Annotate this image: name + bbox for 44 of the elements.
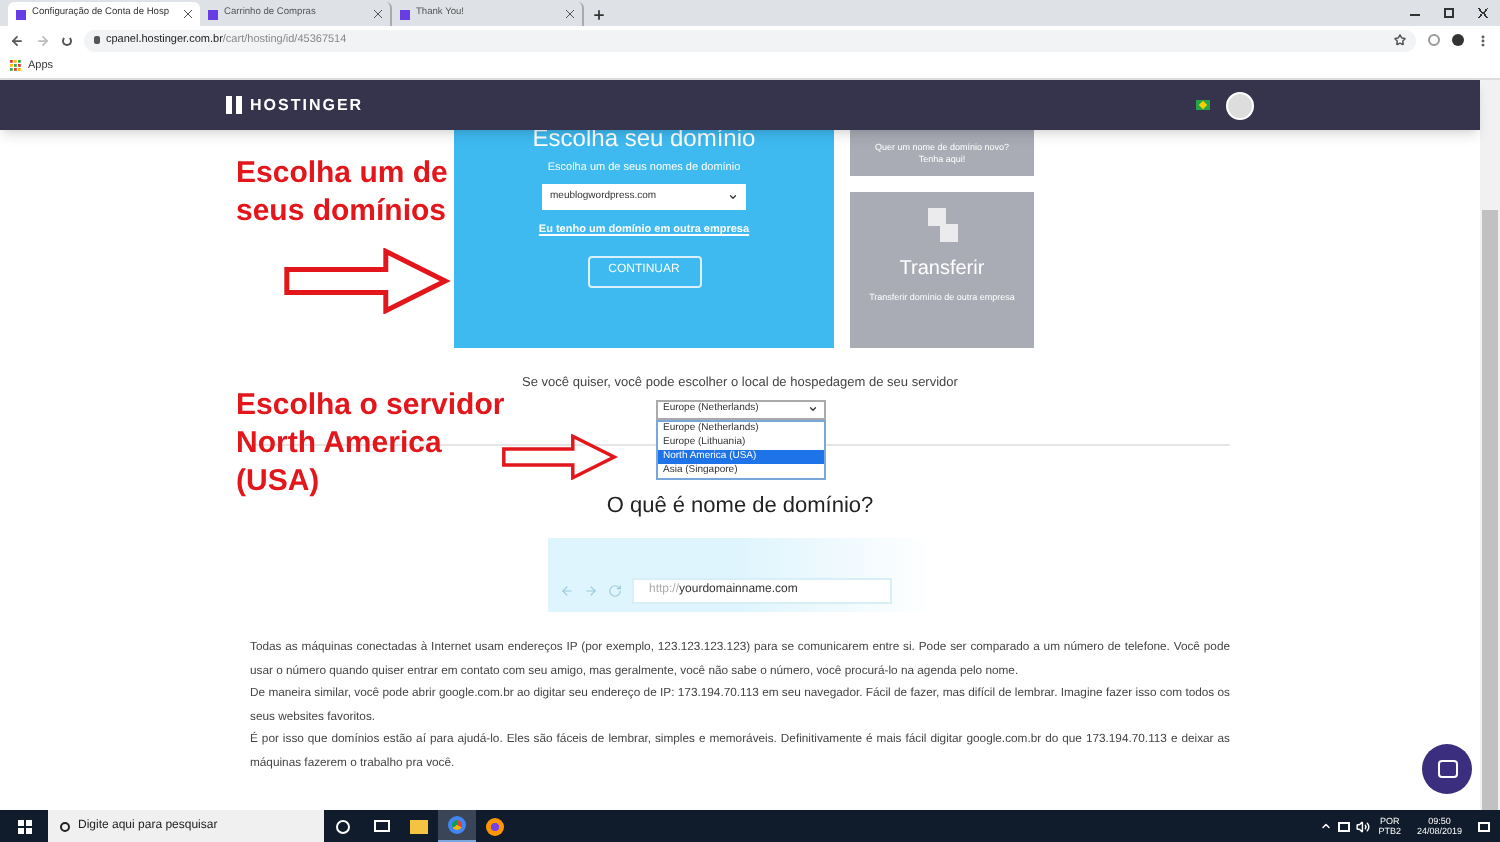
chevron-up-icon[interactable]	[1320, 820, 1333, 832]
star-icon[interactable]	[1394, 34, 1406, 46]
reload-icon[interactable]	[62, 35, 72, 45]
right-arrow-icon	[280, 248, 452, 314]
back-arrow-icon	[559, 584, 573, 599]
folder-icon[interactable]	[410, 819, 428, 833]
network-icon[interactable]	[1338, 821, 1351, 831]
site-logo[interactable]: HOSTINGER	[250, 93, 364, 117]
h-logo-icon	[16, 9, 26, 19]
close-icon[interactable]	[374, 10, 382, 18]
extension-icon[interactable]	[1428, 34, 1440, 46]
squares-icon	[927, 208, 957, 242]
h-logo-icon	[208, 9, 218, 19]
menu-icon[interactable]	[1476, 33, 1490, 47]
new-tab-icon[interactable]	[592, 8, 606, 22]
h-logo-icon	[400, 9, 410, 19]
windows-start-icon[interactable]	[17, 819, 31, 833]
task-view-icon[interactable]	[373, 820, 389, 832]
lock-icon	[94, 36, 100, 44]
avatar-icon[interactable]	[1226, 91, 1254, 119]
notification-icon[interactable]	[1478, 821, 1490, 831]
chevron-down-icon	[807, 404, 817, 415]
close-icon[interactable]	[184, 10, 192, 18]
close-icon[interactable]	[566, 10, 574, 18]
search-icon	[60, 821, 70, 831]
forward-arrow-icon	[583, 584, 597, 599]
restore-icon[interactable]	[1444, 8, 1454, 18]
chevron-down-icon	[728, 192, 738, 203]
section-title: O quê é nome de domínio?	[606, 491, 874, 522]
volume-icon[interactable]	[1356, 819, 1371, 833]
scrollbar[interactable]	[1480, 80, 1500, 810]
reload-icon	[607, 584, 621, 599]
apps-grid-icon	[10, 60, 22, 72]
close-window-icon[interactable]	[1478, 8, 1488, 18]
back-arrow-icon[interactable]	[10, 33, 24, 47]
hostinger-logo-icon	[226, 96, 242, 114]
chrome-icon[interactable]	[448, 816, 466, 834]
annotation-text: Escolha o servidor North America (USA)	[236, 386, 506, 500]
annotation-text: Escolha um de seus domínios	[236, 154, 450, 230]
firefox-icon[interactable]	[486, 817, 504, 835]
card-title: Transferir	[899, 256, 985, 284]
profile-icon[interactable]	[1452, 34, 1464, 46]
card-title: Escolha seu domínio	[532, 126, 756, 152]
chat-bubble-icon[interactable]	[1422, 744, 1472, 794]
